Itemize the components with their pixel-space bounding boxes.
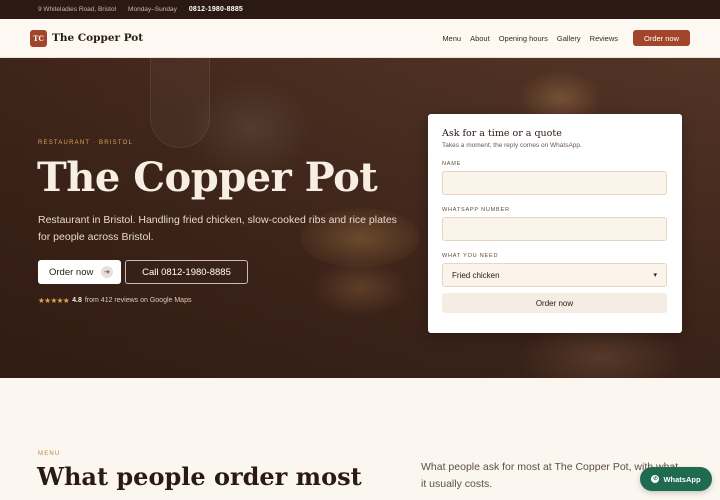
rating-text: from 412 reviews on Google Maps bbox=[84, 297, 192, 304]
top-info-bar: 9 Whiteladies Road, Bristol Monday–Sunda… bbox=[0, 0, 720, 19]
form-submit-button[interactable]: Order now bbox=[442, 293, 667, 313]
hours-text: Monday–Sunday bbox=[128, 6, 177, 13]
hero-section: RESTAURANT · BRISTOL The Copper Pot Rest… bbox=[0, 58, 720, 378]
address-text: 9 Whiteladies Road, Bristol bbox=[38, 6, 117, 13]
logo[interactable]: TC bbox=[30, 29, 47, 47]
nav-link-menu[interactable]: Menu bbox=[442, 34, 461, 43]
phone-link[interactable]: 0812-1980-8885 bbox=[189, 6, 243, 13]
menu-title: What people order most bbox=[37, 462, 362, 491]
nav-links: Menu About Opening hours Gallery Reviews… bbox=[442, 30, 690, 46]
hero-order-button[interactable]: Order now ➜ bbox=[38, 260, 121, 284]
arrow-right-icon: ➜ bbox=[101, 266, 113, 278]
need-select[interactable]: Fried chicken ▾ bbox=[442, 263, 667, 287]
need-selected-value: Fried chicken bbox=[452, 270, 500, 280]
hero-title: The Copper Pot bbox=[37, 154, 378, 201]
form-subtitle: Takes a moment; the reply comes on Whats… bbox=[442, 142, 582, 149]
hero-call-button[interactable]: Call 0812-1980-8885 bbox=[125, 260, 248, 284]
name-field[interactable] bbox=[442, 171, 667, 195]
hero-order-label: Order now bbox=[49, 266, 94, 278]
whatsapp-number-field[interactable] bbox=[442, 217, 667, 241]
menu-section: MENU What people order most What people … bbox=[0, 378, 720, 500]
star-icons: ★★★★★ bbox=[38, 296, 70, 305]
form-title: Ask for a time or a quote bbox=[442, 128, 562, 139]
whatsapp-label-text: WhatsApp bbox=[663, 474, 701, 484]
main-nav: TC The Copper Pot Menu About Opening hou… bbox=[0, 19, 720, 58]
nav-link-gallery[interactable]: Gallery bbox=[557, 34, 581, 43]
rating-summary: ★★★★★ 4.8 from 412 reviews on Google Map… bbox=[38, 296, 191, 305]
hero-eyebrow: RESTAURANT · BRISTOL bbox=[38, 140, 134, 146]
quote-form-card: Ask for a time or a quote Takes a moment… bbox=[428, 114, 682, 333]
nav-link-opening-hours[interactable]: Opening hours bbox=[499, 34, 548, 43]
nav-link-about[interactable]: About bbox=[470, 34, 490, 43]
chevron-down-icon: ▾ bbox=[653, 272, 657, 279]
whatsapp-label: WHATSAPP NUMBER bbox=[442, 207, 510, 213]
nav-link-reviews[interactable]: Reviews bbox=[590, 34, 618, 43]
brand-name[interactable]: The Copper Pot bbox=[52, 32, 143, 44]
rating-score: 4.8 bbox=[72, 297, 82, 304]
hero-description: Restaurant in Bristol. Handling fried ch… bbox=[38, 214, 397, 243]
nav-order-button[interactable]: Order now bbox=[633, 30, 690, 46]
name-label: NAME bbox=[442, 161, 462, 167]
menu-eyebrow: MENU bbox=[38, 451, 61, 457]
whatsapp-icon: ✆ bbox=[651, 475, 660, 483]
need-label: WHAT YOU NEED bbox=[442, 253, 499, 259]
whatsapp-button[interactable]: ✆ WhatsApp bbox=[640, 467, 712, 491]
